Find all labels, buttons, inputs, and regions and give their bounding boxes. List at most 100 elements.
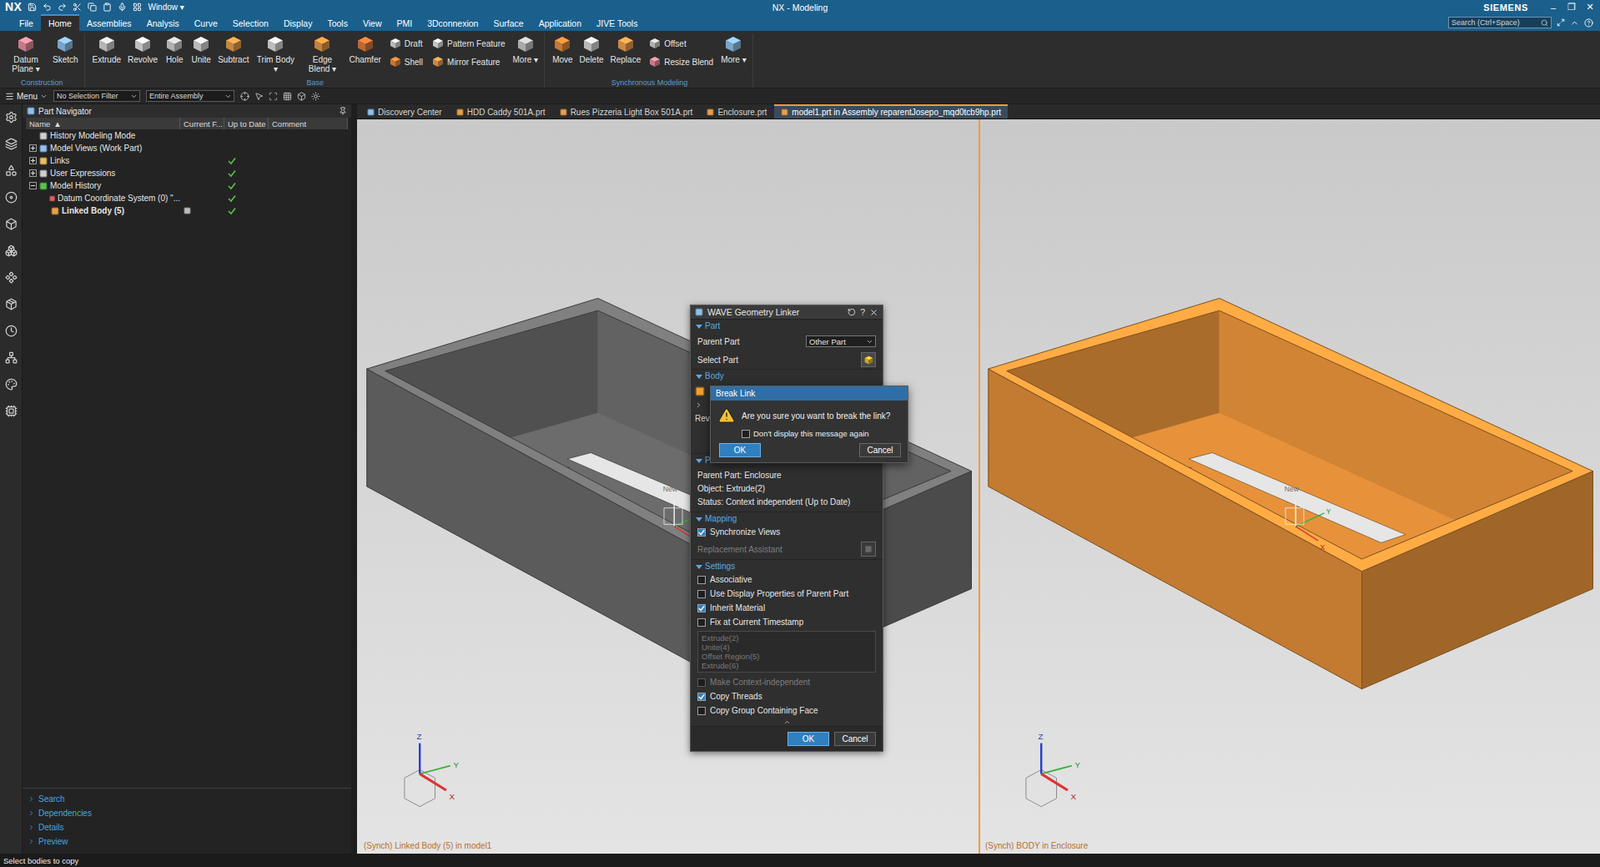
copy-icon[interactable] bbox=[87, 2, 97, 12]
ribbon-button[interactable]: Hole bbox=[161, 33, 187, 66]
checkbox[interactable] bbox=[697, 575, 706, 584]
checkbox-row[interactable]: Inherit Material bbox=[690, 600, 883, 615]
checkbox[interactable] bbox=[697, 692, 706, 701]
ribbon-small-button[interactable]: Pattern Feature bbox=[431, 36, 505, 51]
checkbox-row[interactable]: Copy Group Containing Face bbox=[690, 703, 883, 718]
checkbox[interactable] bbox=[697, 618, 706, 627]
checkbox[interactable] bbox=[697, 706, 706, 715]
ok-button[interactable]: OK bbox=[719, 442, 761, 458]
ribbon-tab[interactable]: Assemblies bbox=[79, 14, 140, 31]
ribbon-button[interactable]: Revolve bbox=[125, 33, 161, 66]
ribbon-tab[interactable]: View bbox=[355, 14, 390, 31]
expand-icon[interactable] bbox=[29, 156, 37, 165]
ribbon-tab[interactable]: JIVE Tools bbox=[588, 14, 645, 31]
checkbox[interactable] bbox=[697, 603, 706, 613]
cut-icon[interactable] bbox=[72, 2, 82, 12]
section-toggle-icon[interactable] bbox=[695, 515, 703, 523]
ribbon-small-button[interactable]: Mirror Feature bbox=[431, 55, 505, 69]
ribbon-button[interactable]: Sketch bbox=[50, 33, 81, 66]
checkbox[interactable] bbox=[741, 429, 750, 438]
expand-icon[interactable] bbox=[29, 144, 37, 152]
resource-tab-icon[interactable] bbox=[5, 137, 18, 151]
pointer-icon[interactable] bbox=[254, 91, 264, 101]
window-control[interactable]: ❐ bbox=[1566, 1, 1577, 13]
help-button[interactable]: ? bbox=[860, 306, 866, 317]
viewport-canvas[interactable]: NewZYX bbox=[358, 119, 979, 854]
section-header[interactable]: Mapping bbox=[690, 512, 883, 525]
redo-icon[interactable] bbox=[57, 2, 67, 12]
navigator-row[interactable]: Linked Body (5) bbox=[25, 204, 348, 217]
navigator-panel-toggle[interactable]: Search bbox=[22, 791, 352, 806]
ribbon-button[interactable]: More ▾ bbox=[718, 33, 750, 66]
checkbox[interactable] bbox=[697, 589, 706, 599]
view-triad[interactable]: ZYX bbox=[1026, 731, 1082, 807]
checkbox[interactable] bbox=[697, 528, 706, 537]
ribbon-button[interactable]: Trim Body ▾ bbox=[252, 33, 298, 75]
graphics-window[interactable]: NewZYX(Synch) Linked Body (5) in model1N… bbox=[357, 119, 1600, 854]
resource-tab-icon[interactable] bbox=[5, 377, 18, 391]
checkbox-row[interactable]: Don't display this message again bbox=[710, 427, 908, 438]
window-menu[interactable]: Window ▾ bbox=[147, 2, 184, 12]
resource-tab-icon[interactable] bbox=[5, 244, 18, 257]
ribbon-button[interactable]: Move bbox=[549, 33, 575, 66]
cancel-button[interactable]: Cancel bbox=[859, 442, 901, 458]
section-toggle-icon[interactable] bbox=[695, 372, 703, 380]
viewport[interactable]: NewYXZYX(Synch) BODY in Enclosure bbox=[978, 119, 1600, 854]
ribbon-tab[interactable]: Curve bbox=[186, 14, 226, 31]
ribbon-small-button[interactable]: Offset bbox=[648, 36, 714, 51]
ribbon-small-button[interactable]: Draft bbox=[388, 36, 423, 51]
ok-button[interactable]: OK bbox=[787, 731, 830, 746]
section-header[interactable]: Body bbox=[690, 369, 883, 383]
ribbon-tab[interactable]: Tools bbox=[319, 14, 356, 31]
ribbon-button[interactable]: Unite bbox=[188, 33, 214, 66]
section-header[interactable]: Settings bbox=[690, 559, 883, 573]
layout-icon[interactable] bbox=[132, 2, 142, 12]
viewport-canvas[interactable]: NewYXZYX bbox=[980, 119, 1600, 854]
ribbon-button[interactable]: Subtract bbox=[215, 33, 252, 66]
checkbox-row[interactable]: Use Display Properties of Parent Part bbox=[690, 586, 883, 601]
resource-tab-icon[interactable] bbox=[5, 271, 18, 284]
selection-scope[interactable]: Entire Assembly bbox=[145, 90, 235, 102]
column-header[interactable]: Name▲ bbox=[25, 117, 181, 130]
save-icon[interactable] bbox=[27, 2, 37, 12]
navigator-row[interactable]: Links bbox=[25, 154, 348, 167]
dialog-title-bar[interactable]: Break Link bbox=[710, 386, 908, 401]
resource-tab-icon[interactable] bbox=[5, 351, 18, 364]
checkbox-row[interactable]: Synchronize Views bbox=[690, 524, 883, 539]
ribbon-button[interactable]: Delete bbox=[577, 33, 607, 66]
help-icon[interactable] bbox=[1584, 18, 1594, 28]
ribbon-button[interactable]: More ▾ bbox=[510, 33, 542, 66]
select-part-button[interactable] bbox=[860, 352, 876, 368]
chevron-icon[interactable] bbox=[694, 401, 703, 409]
resource-tab-icon[interactable] bbox=[5, 324, 18, 338]
resource-tab-icon[interactable] bbox=[5, 191, 18, 204]
body-model[interactable] bbox=[988, 297, 1594, 689]
section-header[interactable]: Part bbox=[690, 319, 883, 333]
column-header[interactable]: Up to Date bbox=[224, 117, 269, 130]
fullscreen-icon[interactable] bbox=[1556, 18, 1565, 27]
cancel-button[interactable]: Cancel bbox=[834, 731, 876, 746]
ribbon-tab[interactable]: Display bbox=[276, 14, 320, 31]
checkbox-row[interactable]: Copy Threads bbox=[690, 689, 883, 704]
mic-icon[interactable] bbox=[117, 2, 127, 12]
reset-icon[interactable] bbox=[847, 307, 856, 317]
lighting-icon[interactable] bbox=[311, 91, 321, 101]
ribbon-button[interactable]: Datum Plane ▾ bbox=[3, 33, 49, 75]
ribbon-tab[interactable]: Application bbox=[531, 14, 589, 31]
pin-icon[interactable] bbox=[338, 106, 348, 116]
section-toggle-icon[interactable] bbox=[695, 322, 703, 330]
collapse-ribbon-icon[interactable] bbox=[1569, 18, 1580, 28]
resource-tab-icon[interactable] bbox=[5, 110, 18, 124]
more-less-toggle[interactable] bbox=[690, 717, 883, 726]
snap-icon[interactable] bbox=[240, 91, 250, 101]
navigator-row[interactable]: Model History bbox=[25, 179, 348, 192]
document-tab[interactable]: Enclosure.prt bbox=[699, 104, 774, 119]
grid-icon[interactable] bbox=[282, 91, 292, 101]
document-tab[interactable]: HDD Caddy 501A.prt bbox=[449, 104, 553, 119]
paste-icon[interactable] bbox=[102, 2, 112, 12]
checkbox-row[interactable]: Associative bbox=[690, 572, 883, 587]
navigator-row[interactable]: User Expressions bbox=[25, 166, 348, 180]
ribbon-tab[interactable]: Analysis bbox=[139, 14, 187, 31]
scan-icon[interactable] bbox=[268, 91, 278, 101]
column-header[interactable]: Current F... bbox=[180, 117, 225, 130]
